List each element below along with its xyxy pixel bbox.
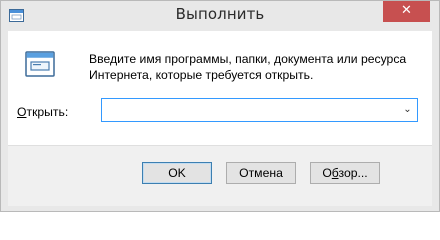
close-icon: ✕ bbox=[401, 3, 412, 18]
browse-label-mnemonic: б bbox=[331, 166, 339, 180]
dialog-content: Введите имя программы, папки, документа … bbox=[8, 31, 432, 145]
window-title: Выполнить bbox=[175, 5, 265, 23]
description-line-2: Интернета, которые требуется открыть. bbox=[89, 68, 314, 82]
open-combobox[interactable]: ⌄ bbox=[101, 98, 418, 122]
dialog-description: Введите имя программы, папки, документа … bbox=[89, 51, 429, 83]
chevron-down-icon[interactable]: ⌄ bbox=[399, 100, 416, 120]
button-bar: OK Отмена Обзор... bbox=[8, 145, 432, 206]
open-label: Открыть: bbox=[17, 105, 68, 119]
run-program-icon bbox=[25, 51, 55, 77]
description-line-1: Введите имя программы, папки, документа … bbox=[89, 52, 407, 66]
open-input[interactable] bbox=[104, 100, 400, 120]
run-dialog-window: Выполнить ✕ Введите имя программы, папки… bbox=[0, 0, 440, 212]
title-bar[interactable]: Выполнить ✕ bbox=[1, 1, 439, 31]
browse-label-suffix: зор... bbox=[338, 166, 368, 180]
ok-button[interactable]: OK bbox=[142, 162, 212, 184]
close-button[interactable]: ✕ bbox=[383, 1, 430, 22]
cancel-button[interactable]: Отмена bbox=[226, 162, 296, 184]
open-label-rest: ткрыть: bbox=[26, 105, 69, 119]
browse-button[interactable]: Обзор... bbox=[310, 162, 380, 184]
browse-label-prefix: О bbox=[322, 166, 332, 180]
